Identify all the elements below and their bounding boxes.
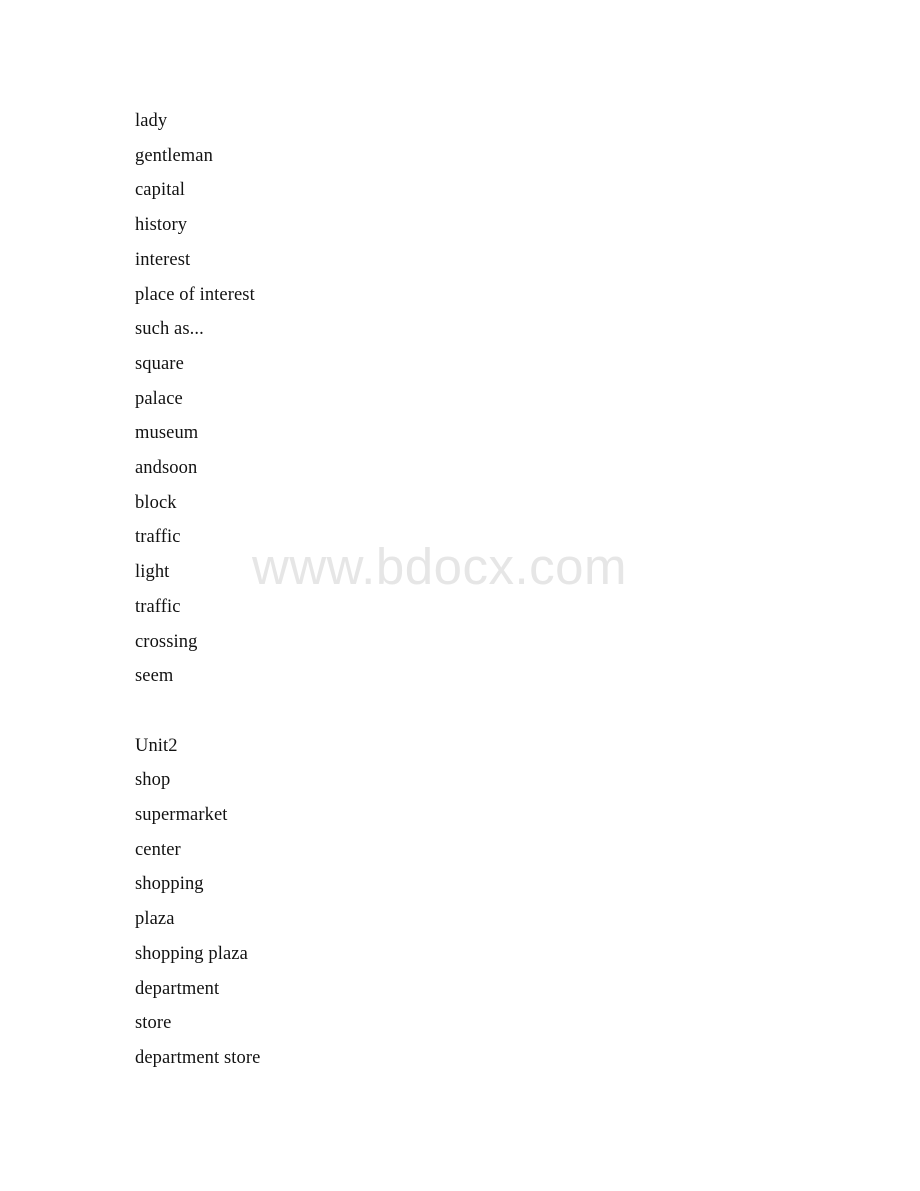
word-list-item: palace: [135, 388, 183, 409]
word-list-item: capital: [135, 180, 186, 201]
vocabulary-word-list: lady gentleman capital history interest place…: [135, 104, 835, 1076]
word-list-item: shopping plaza: [135, 943, 248, 964]
word-list-item: light: [135, 562, 170, 583]
word-list-item: traffic: [135, 527, 181, 548]
word-list-item: crossing: [135, 631, 198, 652]
word-list-item: shopping: [135, 874, 204, 895]
word-list-item: museum: [135, 423, 199, 444]
word-list-item: Unit2: [135, 735, 178, 756]
word-list-item: department: [135, 978, 220, 999]
word-list-item: andsoon: [135, 458, 198, 479]
document-page: www.bdocx.com lady gentleman capital histor…: [0, 0, 920, 1191]
word-list-item: store: [135, 1013, 172, 1034]
word-list-item: supermarket: [135, 805, 228, 826]
word-list-item: place of interest: [135, 284, 255, 305]
word-list-item: lady: [135, 111, 168, 131]
word-list-item: seem: [135, 666, 174, 687]
word-list-item: shop: [135, 770, 171, 791]
word-list-item: such as...: [135, 319, 204, 340]
word-list-item: department store: [135, 1047, 261, 1068]
word-list-item: square: [135, 353, 184, 374]
word-list-item: center: [135, 839, 181, 860]
word-list-item: history: [135, 215, 188, 236]
word-list-item: traffic: [135, 596, 181, 617]
word-list-item: gentleman: [135, 145, 213, 166]
word-list-item: plaza: [135, 909, 175, 930]
word-list-item: interest: [135, 249, 191, 270]
word-list-item: block: [135, 492, 177, 513]
